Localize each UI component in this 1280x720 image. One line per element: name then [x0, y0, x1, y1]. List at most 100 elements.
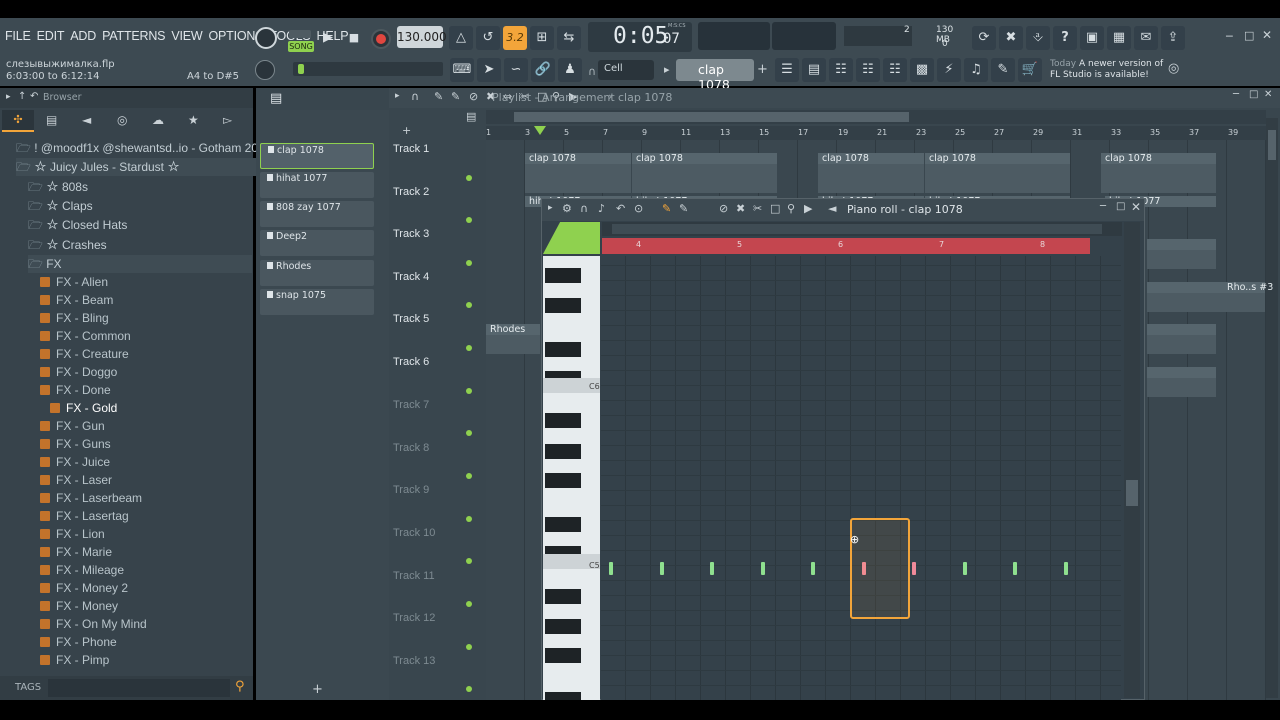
curve-tool-icon[interactable]: ∽: [504, 58, 528, 82]
add-track-icon[interactable]: +: [402, 124, 411, 137]
piano-note[interactable]: [1013, 562, 1017, 575]
menu-patterns[interactable]: PATTERNS: [102, 29, 165, 43]
track-led-7[interactable]: [466, 430, 472, 436]
metronome-button[interactable]: △: [449, 26, 473, 50]
time-display[interactable]: 0:05 07 M:S:CS: [588, 22, 692, 52]
browser-folder-closed-hats[interactable]: 🗁 ☆ Closed Hats: [28, 216, 280, 234]
browser-file-fx-guns[interactable]: FX - Guns: [40, 437, 111, 451]
stamp-icon[interactable]: ⊙: [634, 202, 643, 215]
browser-folder-juicy-jules[interactable]: 🗁 ☆ Juicy Jules - Stardust ☆: [16, 158, 268, 176]
pattern-deep2[interactable]: Deep2: [260, 230, 374, 256]
track-label-8[interactable]: Track 8: [393, 442, 478, 454]
pattern-selector[interactable]: clap 1078: [676, 59, 754, 92]
record-button[interactable]: [371, 29, 391, 49]
track-led-6[interactable]: [466, 388, 472, 394]
piano-note[interactable]: [912, 562, 916, 575]
track-led-12[interactable]: [466, 644, 472, 650]
tutorial-icon[interactable]: ✎: [991, 58, 1015, 82]
piano-roll-close-icon[interactable]: ✕: [1131, 200, 1141, 214]
track-label-11[interactable]: Track 11: [393, 570, 478, 582]
search-icon[interactable]: ⚲: [235, 679, 245, 694]
piano-roll-overview[interactable]: [602, 222, 1122, 236]
loop-record-button[interactable]: ⇆: [557, 26, 581, 50]
menu-file[interactable]: FILE: [5, 29, 31, 43]
plugin-picker-icon[interactable]: ⚡: [937, 58, 961, 82]
chat-icon[interactable]: ✉: [1134, 26, 1158, 50]
browser-file-fx-laserbeam[interactable]: FX - Laserbeam: [40, 491, 142, 505]
browser-tab-tag-icon[interactable]: ▻: [223, 113, 232, 127]
pattern-prev-arrow[interactable]: ▸: [664, 63, 670, 76]
help-icon[interactable]: ?: [1053, 26, 1077, 50]
playlist-clip[interactable]: Rho..s #3: [1147, 282, 1273, 312]
wrench-icon[interactable]: ⚙: [562, 202, 572, 215]
pencil-tool-icon[interactable]: ✎: [434, 90, 443, 103]
master-pitch-slider[interactable]: [293, 62, 443, 76]
browser-file-fx-phone[interactable]: FX - Phone: [40, 635, 117, 649]
play-button[interactable]: ▶: [316, 26, 340, 50]
track-label-12[interactable]: Track 12: [393, 612, 478, 624]
piano-note[interactable]: [760, 562, 765, 575]
close-icon[interactable]: ✕: [1262, 28, 1272, 42]
track-label-10[interactable]: Track 10: [393, 527, 478, 539]
track-led-4[interactable]: [466, 302, 472, 308]
browser-file-fx-gold[interactable]: FX - Gold: [50, 401, 117, 415]
track-label-4[interactable]: Track 4: [393, 271, 478, 283]
track-led-5[interactable]: [466, 345, 472, 351]
wait-input-button[interactable]: ↺: [476, 26, 500, 50]
browser-up-icon[interactable]: ↑: [18, 91, 26, 102]
playlist-window-icon[interactable]: ☰: [775, 58, 799, 82]
panic-icon[interactable]: ✖: [999, 26, 1023, 50]
track-led-1[interactable]: [466, 175, 472, 181]
browser-folder-808s[interactable]: 🗁 ☆ 808s: [28, 178, 280, 196]
piano-note[interactable]: [710, 562, 714, 575]
playlist-clip[interactable]: [1147, 324, 1216, 354]
playlist-clip[interactable]: clap 1078: [925, 153, 1070, 193]
track-label-9[interactable]: Track 9: [393, 484, 478, 496]
browser-tab-files-icon[interactable]: ▤: [46, 113, 57, 127]
track-label-6[interactable]: Track 6: [393, 356, 478, 368]
menu-view[interactable]: VIEW: [171, 29, 202, 43]
note-icon[interactable]: ♪: [598, 202, 605, 215]
piano-roll-minimize-icon[interactable]: ─: [1100, 201, 1106, 212]
track-led-9[interactable]: [466, 516, 472, 522]
pattern-clap-1078[interactable]: clap 1078: [260, 143, 374, 169]
piano-note[interactable]: [659, 562, 664, 575]
maximize-icon[interactable]: □: [1244, 29, 1254, 42]
playlist-clip[interactable]: [1147, 367, 1216, 397]
track-label-13[interactable]: Track 13: [393, 655, 478, 667]
select-tool-icon[interactable]: □: [770, 202, 780, 215]
stop-button[interactable]: ■: [342, 26, 366, 50]
browser-file-fx-bling[interactable]: FX - Bling: [40, 311, 109, 325]
shop-icon[interactable]: 🛒: [1018, 58, 1042, 82]
mixer-window-icon[interactable]: ☷: [856, 58, 880, 82]
browser-tab-favorites-icon[interactable]: ★: [188, 113, 199, 127]
track-label-3[interactable]: Track 3: [393, 228, 478, 240]
track-led-11[interactable]: [466, 601, 472, 607]
browser-folder-fx[interactable]: 🗁 FX: [28, 255, 252, 273]
browser-file-fx-common[interactable]: FX - Common: [40, 329, 131, 343]
browser-file-fx-pimp[interactable]: FX - Pimp: [40, 653, 109, 667]
browser-tab-cloud-icon[interactable]: ☁: [152, 113, 164, 127]
browser-back-icon[interactable]: ↶: [30, 91, 38, 102]
step-edit-button[interactable]: ⊞: [530, 26, 554, 50]
browser-file-fx-creature[interactable]: FX - Creature: [40, 347, 129, 361]
stamp-icon[interactable]: ♟: [558, 58, 582, 82]
channel-rack-window-icon[interactable]: ☷: [829, 58, 853, 82]
export-icon[interactable]: ⇪: [1161, 26, 1185, 50]
track-label-1[interactable]: Track 1: [393, 143, 478, 155]
mute-tool-icon[interactable]: ✖: [736, 202, 745, 215]
slice-tool-icon[interactable]: ✂: [753, 202, 762, 215]
brush-tool-icon[interactable]: ✎: [451, 90, 460, 103]
track-label-2[interactable]: Track 2: [393, 186, 478, 198]
add-pattern-button[interactable]: +: [757, 62, 768, 77]
piano-roll-menu-arrow-icon[interactable]: ▸: [548, 203, 553, 213]
undo-history-icon[interactable]: ⟳: [972, 26, 996, 50]
piano-roll-corner[interactable]: [543, 222, 600, 254]
playlist-clip[interactable]: [1147, 239, 1216, 269]
piano-roll-window-icon[interactable]: ▤: [802, 58, 826, 82]
browser-menu-arrow-icon[interactable]: ▸: [6, 92, 11, 102]
piano-note[interactable]: [609, 562, 613, 575]
delete-tool-icon[interactable]: ⊘: [719, 202, 728, 215]
piano-note[interactable]: [1063, 562, 1068, 575]
piano-roll-maximize-icon[interactable]: □: [1116, 201, 1125, 212]
